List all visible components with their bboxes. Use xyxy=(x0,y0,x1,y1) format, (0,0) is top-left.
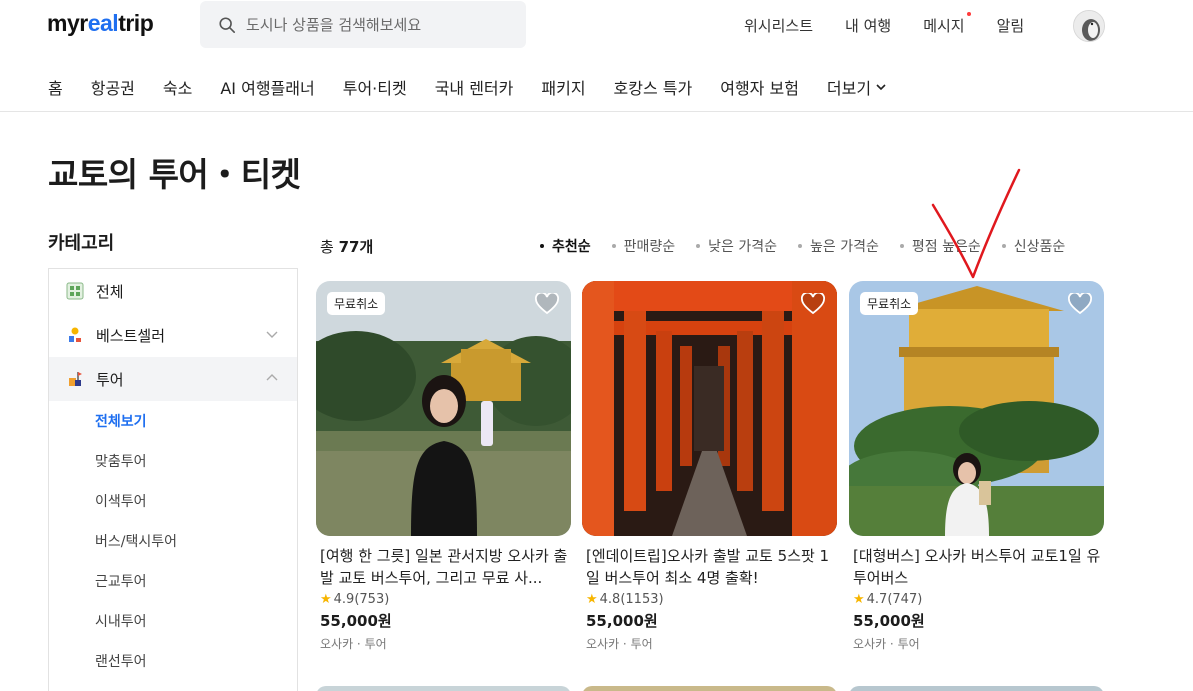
product-image[interactable]: 무료취소 xyxy=(849,281,1104,536)
product-rating: ★ 4.7 (747) xyxy=(849,592,1104,607)
search-icon xyxy=(219,16,236,33)
product-location: 오사카 · 투어 xyxy=(320,637,387,651)
my-trip-link[interactable]: 내 여행 xyxy=(845,15,891,36)
rating-score: 4.8 xyxy=(599,592,621,607)
product-name[interactable]: [엔데이트립]오사카 출발 교토 5스팟 1일 버스투어 최소 4명 출확! xyxy=(582,545,837,589)
product-location: 오사카 · 투어 xyxy=(586,637,653,651)
sort-sales[interactable]: 판매량순 xyxy=(612,236,676,256)
sidebar-item-label: 전체 xyxy=(96,282,124,301)
nav-insurance[interactable]: 여행자 보험 xyxy=(720,75,799,99)
star-icon: ★ xyxy=(853,592,865,607)
next-card-peek xyxy=(849,686,1104,691)
product-name[interactable]: [여행 한 그릇] 일본 관서지방 오사카 출발 교토 버스투어, 그리고 무료… xyxy=(316,545,571,589)
avatar[interactable] xyxy=(1073,10,1105,42)
sidebar-sub-unique[interactable]: 이색투어 xyxy=(49,481,297,521)
sidebar-item-tour[interactable]: 투어 xyxy=(49,357,297,401)
sidebar-item-label: 베스트셀러 xyxy=(96,326,166,345)
sidebar-sub-custom[interactable]: 맞춤투어 xyxy=(49,441,297,481)
top-links: 위시리스트 내 여행 메시지 알림 xyxy=(744,12,1056,36)
next-card-peek xyxy=(316,686,571,691)
grid-icon xyxy=(66,282,84,300)
main-nav: 홈 항공권 숙소 AI 여행플래너 투어·티켓 국내 렌터카 패키지 호캉스 특… xyxy=(48,75,915,99)
page-title: 교토의 투어・티켓 xyxy=(48,155,301,194)
header: myrealtrip 위시리스트 내 여행 메시지 알림 홈 항공권 숙소 AI… xyxy=(0,0,1193,112)
total-prefix: 총 xyxy=(320,238,339,256)
product-card[interactable]: [엔데이트립]오사카 출발 교토 5스팟 1일 버스투어 최소 4명 출확! ★… xyxy=(582,281,837,652)
nav-ai-planner[interactable]: AI 여행플래너 xyxy=(220,75,314,99)
notification-dot xyxy=(966,12,971,16)
product-image[interactable] xyxy=(582,281,837,536)
star-icon: ★ xyxy=(586,592,598,607)
search-bar[interactable] xyxy=(200,1,526,48)
nav-hotel-deals[interactable]: 호캉스 특가 xyxy=(614,75,693,99)
torii-photo xyxy=(582,281,837,536)
product-price: 55,000원 xyxy=(586,612,658,630)
rating-score: 4.7 xyxy=(866,592,888,607)
heart-icon[interactable] xyxy=(535,293,559,315)
sidebar-sub-suburb[interactable]: 근교투어 xyxy=(49,561,297,601)
sidebar-sub-all[interactable]: 전체보기 xyxy=(49,401,297,441)
product-price: 55,000원 xyxy=(320,612,392,630)
product-image[interactable]: 무료취소 xyxy=(316,281,571,536)
nav-home[interactable]: 홈 xyxy=(48,75,63,99)
annotation-checkmark xyxy=(931,168,1021,279)
flag-icon xyxy=(69,372,82,386)
sidebar-sub-online[interactable]: 랜선투어 xyxy=(49,641,297,681)
avatar-icon xyxy=(1074,11,1104,41)
category-sidebar: 전체 베스트셀러 투어 전체보기 맞춤투어 이색투어 버스/택시투어 근교투어 … xyxy=(48,268,298,691)
bestseller-icon xyxy=(69,327,81,342)
nav-flights[interactable]: 항공권 xyxy=(91,75,135,99)
next-card-peek xyxy=(582,686,837,691)
sidebar-item-all[interactable]: 전체 xyxy=(49,269,297,313)
product-rating: ★ 4.8 (1153) xyxy=(582,592,837,607)
sidebar-sub-bus-taxi[interactable]: 버스/택시투어 xyxy=(49,521,297,561)
heart-icon[interactable] xyxy=(801,293,825,315)
nav-tours-tickets[interactable]: 투어·티켓 xyxy=(343,75,407,99)
review-count: (747) xyxy=(887,592,923,607)
wishlist-link[interactable]: 위시리스트 xyxy=(744,15,813,36)
logo-text-main: myr xyxy=(47,10,88,36)
sidebar-item-label: 투어 xyxy=(96,370,124,389)
product-card[interactable]: 무료취소 [여행 한 그릇] 일본 관서지방 오사카 출발 교토 버스투어, 그… xyxy=(316,281,571,652)
sort-high-price[interactable]: 높은 가격순 xyxy=(798,236,879,256)
temple-photo xyxy=(316,281,571,536)
product-card[interactable]: 무료취소 [대형버스] 오사카 버스투어 교토1일 유투어버스 ★ 4.7 (747… xyxy=(849,281,1104,652)
sidebar-item-bestseller[interactable]: 베스트셀러 xyxy=(49,313,297,357)
sort-low-price[interactable]: 낮은 가격순 xyxy=(696,236,777,256)
chevron-up-icon xyxy=(266,374,278,381)
search-input[interactable] xyxy=(246,15,516,34)
nav-more[interactable]: 더보기 xyxy=(827,75,887,99)
total-number: 77개 xyxy=(338,238,374,256)
message-label: 메시지 xyxy=(923,17,965,35)
chevron-down-icon xyxy=(266,331,278,338)
golden-pavilion-photo xyxy=(849,281,1104,536)
category-title: 카테고리 xyxy=(48,233,115,254)
heart-icon[interactable] xyxy=(1068,293,1092,315)
message-link[interactable]: 메시지 xyxy=(923,12,971,36)
free-cancel-badge: 무료취소 xyxy=(860,292,919,315)
chevron-down-icon xyxy=(876,84,886,91)
sort-recommended[interactable]: 추천순 xyxy=(540,236,591,256)
total-count: 총 77개 xyxy=(320,236,373,257)
review-count: (753) xyxy=(354,592,390,607)
product-price: 55,000원 xyxy=(853,612,925,630)
product-name[interactable]: [대형버스] 오사카 버스투어 교토1일 유투어버스 xyxy=(849,545,1104,589)
review-count: (1153) xyxy=(620,592,664,607)
alarm-link[interactable]: 알림 xyxy=(997,15,1025,36)
nav-rentacar[interactable]: 국내 렌터카 xyxy=(435,75,514,99)
logo[interactable]: myrealtrip xyxy=(47,10,154,37)
rating-score: 4.9 xyxy=(333,592,355,607)
nav-package[interactable]: 패키지 xyxy=(541,75,585,99)
product-rating: ★ 4.9 (753) xyxy=(316,592,571,607)
nav-more-label: 더보기 xyxy=(826,79,872,98)
logo-text-accent: eal xyxy=(87,10,119,36)
free-cancel-badge: 무료취소 xyxy=(327,292,386,315)
sidebar-sub-city[interactable]: 시내투어 xyxy=(49,601,297,641)
nav-stays[interactable]: 숙소 xyxy=(163,75,192,99)
logo-text-end: trip xyxy=(118,10,154,36)
product-location: 오사카 · 투어 xyxy=(853,637,920,651)
star-icon: ★ xyxy=(320,592,332,607)
